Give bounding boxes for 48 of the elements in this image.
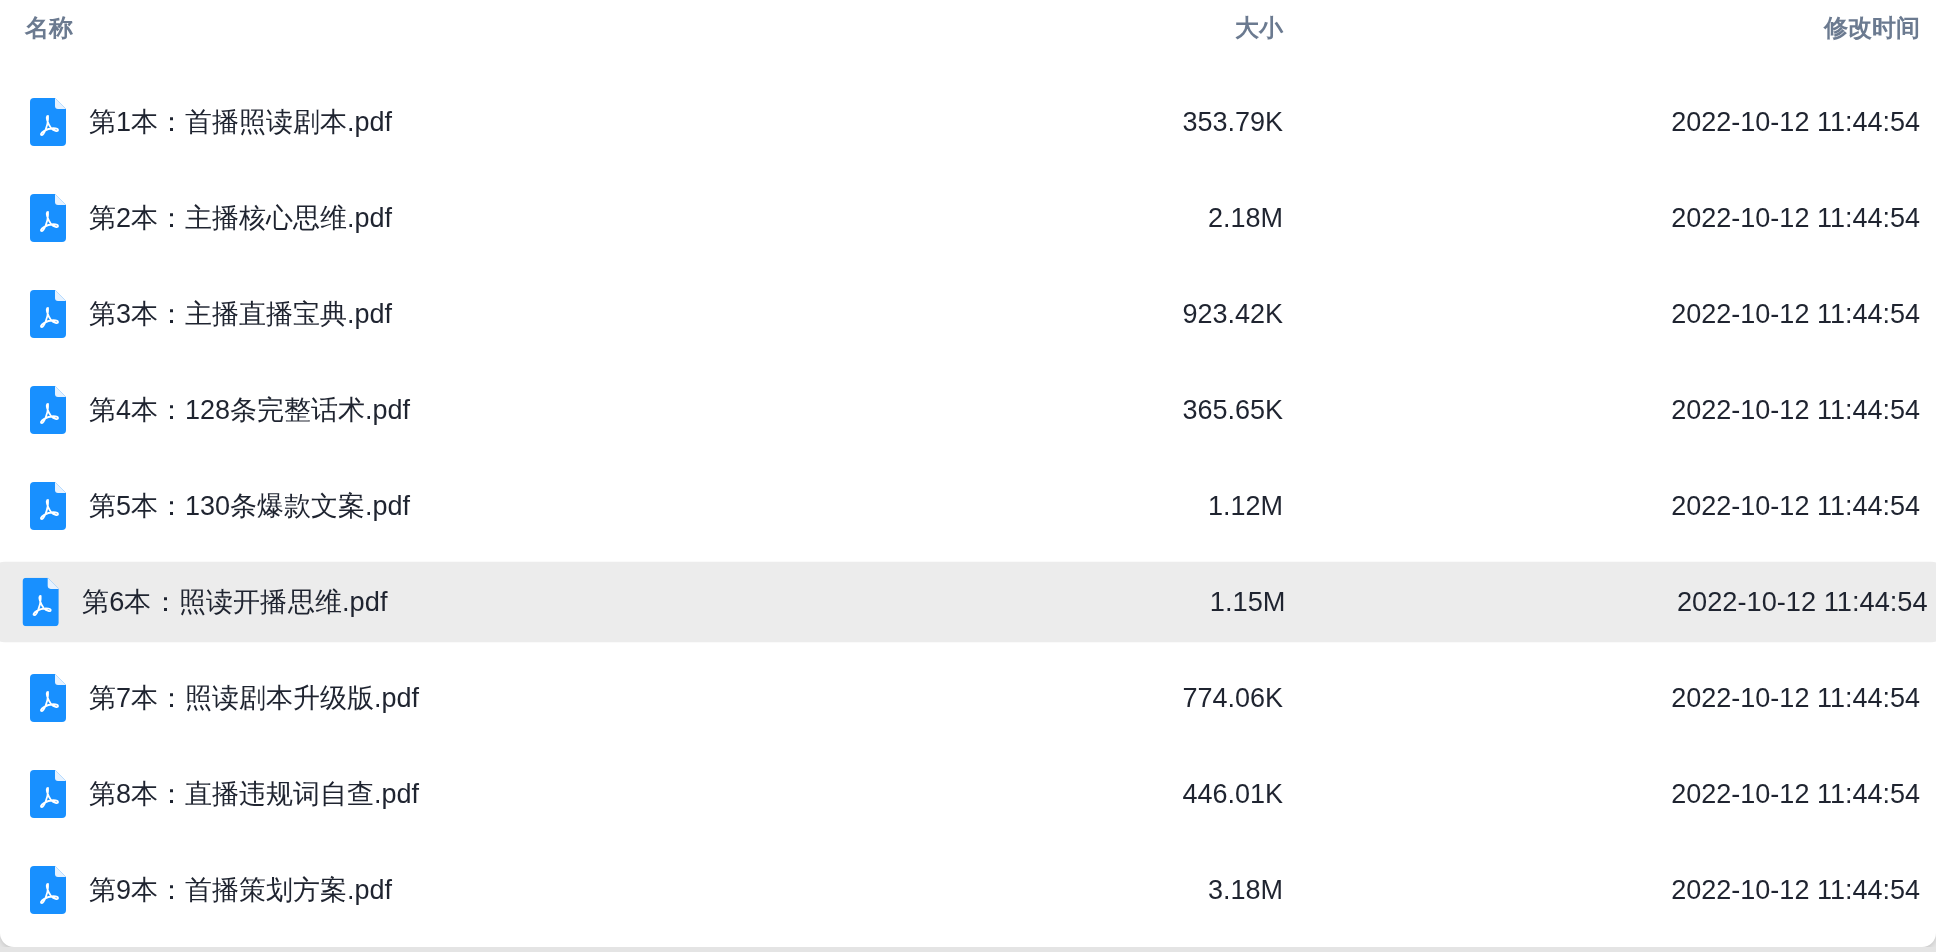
pdf-file-icon [30,770,66,818]
file-name: 第4本：128条完整话术.pdf [89,394,411,427]
pdf-file-icon [22,577,59,627]
pdf-file-icon [30,98,66,146]
file-size: 1.15M [1209,586,1286,618]
file-row[interactable]: 第5本：130条爆款文案.pdf 1.12M 2022-10-12 11:44:54 [0,466,1936,546]
column-header[interactable]: 修改时间 [1824,12,1920,44]
file-name: 第6本：照读开播思维.pdf [81,585,388,620]
pdf-file-icon [30,386,66,434]
file-row[interactable]: 第7本：照读剧本升级版.pdf 774.06K 2022-10-12 11:44:54 [0,658,1936,738]
file-name: 第1本：首播照读剧本.pdf [89,106,393,139]
modified-time: 2022-10-12 11:44:54 [1671,682,1920,714]
modified-time: 2022-10-12 11:44:54 [1671,490,1920,522]
file-name: 第8本：直播违规词自查.pdf [89,778,420,811]
pdf-file-icon [30,290,66,338]
file-row[interactable]: 第8本：直播违规词自查.pdf 446.01K 2022-10-12 11:44:54 [0,754,1936,834]
modified-time: 2022-10-12 11:44:54 [1671,202,1920,234]
column-header[interactable]: 名称 [25,12,73,44]
file-name: 第2本：主播核心思维.pdf [89,202,393,235]
pdf-file-icon [30,194,66,242]
modified-time: 2022-10-12 11:44:54 [1671,874,1920,906]
pdf-file-icon [30,674,66,722]
file-row[interactable]: 第3本：主播直播宝典.pdf 923.42K 2022-10-12 11:44:54 [0,274,1936,354]
pdf-file-icon [30,866,66,914]
file-size: 2.18M [1207,202,1283,234]
file-size: 774.06K [1182,682,1283,714]
file-row[interactable]: 第2本：主播核心思维.pdf 2.18M 2022-10-12 11:44:54 [0,178,1936,258]
pdf-file-icon [30,482,66,530]
column-header[interactable]: 大小 [1235,12,1283,44]
file-size: 353.79K [1182,106,1283,138]
file-row[interactable]: 第1本：首播照读剧本.pdf 353.79K 2022-10-12 11:44:54 [0,82,1936,162]
file-name: 第3本：主播直播宝典.pdf [89,298,393,331]
modified-time: 2022-10-12 11:44:54 [1671,298,1920,330]
modified-time: 2022-10-12 11:44:54 [1676,586,1928,618]
file-name: 第7本：照读剧本升级版.pdf [89,682,420,715]
modified-time: 2022-10-12 11:44:54 [1671,394,1920,426]
file-name: 第9本：首播策划方案.pdf [89,874,393,907]
file-name: 第5本：130条爆款文案.pdf [89,490,411,523]
file-size: 446.01K [1182,778,1283,810]
file-row[interactable]: 第6本：照读开播思维.pdf 1.15M 2022-10-12 11:44:54 [0,561,1936,643]
modified-time: 2022-10-12 11:44:54 [1671,778,1920,810]
file-size: 3.18M [1207,874,1283,906]
file-row[interactable]: 第9本：首播策划方案.pdf 3.18M 2022-10-12 11:44:54 [0,850,1936,930]
file-size: 923.42K [1182,298,1283,330]
file-row[interactable]: 第4本：128条完整话术.pdf 365.65K 2022-10-12 11:44:54 [0,370,1936,450]
file-size: 1.12M [1207,490,1283,522]
modified-time: 2022-10-12 11:44:54 [1671,106,1920,138]
file-size: 365.65K [1182,394,1283,426]
